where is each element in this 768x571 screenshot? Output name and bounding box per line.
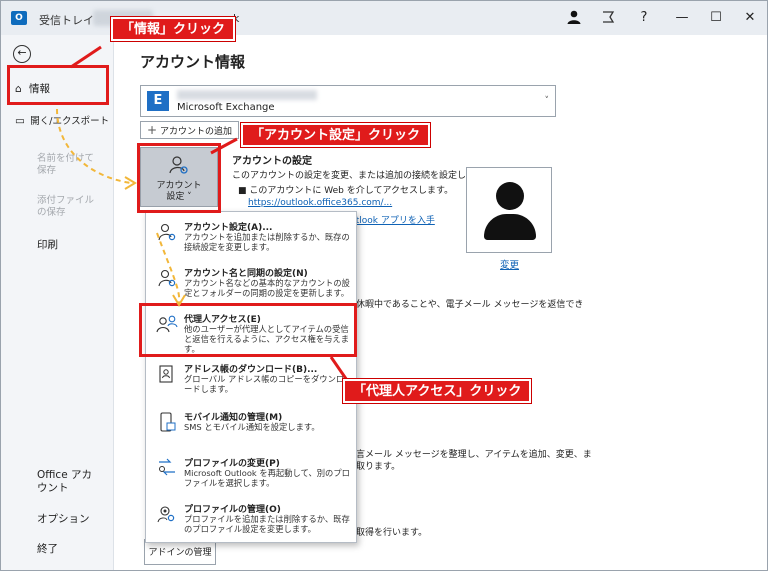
callout-info: 「情報」クリック	[111, 17, 236, 41]
callout-account-settings: 「アカウント設定」クリック	[241, 123, 431, 147]
callout-delegate: 「代理人アクセス」クリック	[343, 379, 532, 403]
annotation-arrows	[56, 45, 353, 387]
outlook-window: O 受信トレイ - k ? — ☐ ✕ ← ⌂ 情報 ▭ 開く/エクスポート 名…	[0, 0, 768, 571]
